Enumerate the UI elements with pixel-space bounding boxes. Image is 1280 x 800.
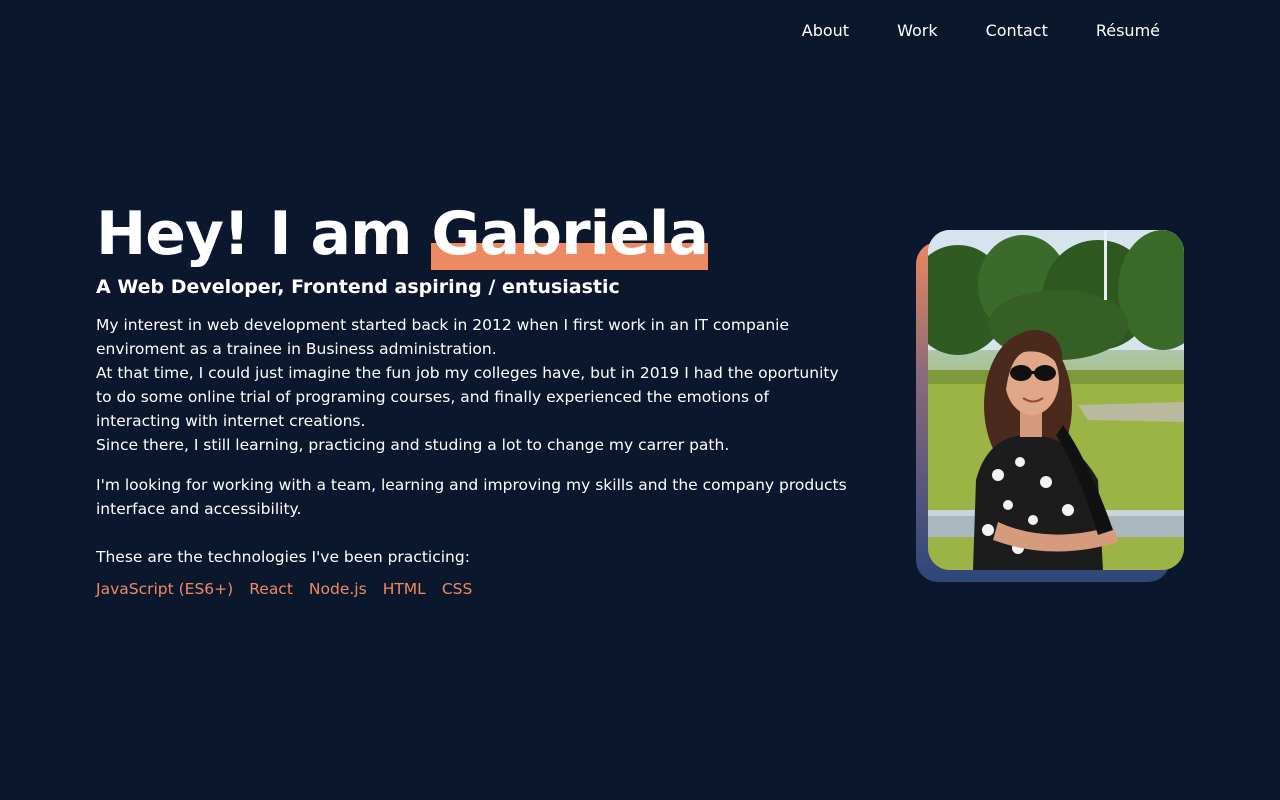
nav-link-work[interactable]: Work	[897, 20, 938, 42]
hero-section: Hey! I am Gabriela A Web Developer, Fron…	[96, 196, 856, 601]
tech-item-css: CSS	[441, 580, 473, 598]
tech-intro: These are the technologies I've been pra…	[96, 548, 470, 566]
bio-line: At that time, I could just imagine the f…	[96, 364, 839, 430]
profile-photo	[928, 230, 1184, 570]
bio-paragraph-2: I'm looking for working with a team, lea…	[96, 476, 847, 518]
tech-item-html: HTML	[382, 580, 426, 598]
profile-photo-frame	[916, 230, 1184, 582]
nav-link-about[interactable]: About	[802, 20, 849, 42]
hero-greeting: Hey! I am	[96, 199, 432, 269]
hero-subtitle: A Web Developer, Frontend aspiring / ent…	[96, 276, 620, 298]
tech-item-nodejs: Node.js	[308, 580, 367, 598]
profile-photo-illustration	[928, 230, 1184, 570]
tech-item-javascript: JavaScript (ES6+)	[96, 580, 234, 598]
top-nav: About Work Contact Résumé	[802, 20, 1160, 42]
nav-link-resume[interactable]: Résumé	[1096, 20, 1160, 42]
hero-name: Gabriela	[431, 196, 709, 272]
nav-link-contact[interactable]: Contact	[986, 20, 1048, 42]
bio-line: My interest in web development started b…	[96, 316, 789, 358]
tech-item-react: React	[249, 580, 293, 598]
bio-line: Since there, I still learning, practicin…	[96, 436, 730, 454]
bio: My interest in web development started b…	[96, 313, 856, 521]
tech-list: JavaScript (ES6+) React Node.js HTML CSS	[96, 577, 856, 601]
hero-headline: Hey! I am Gabriela	[96, 196, 856, 272]
hero-name-text: Gabriela	[431, 199, 709, 269]
